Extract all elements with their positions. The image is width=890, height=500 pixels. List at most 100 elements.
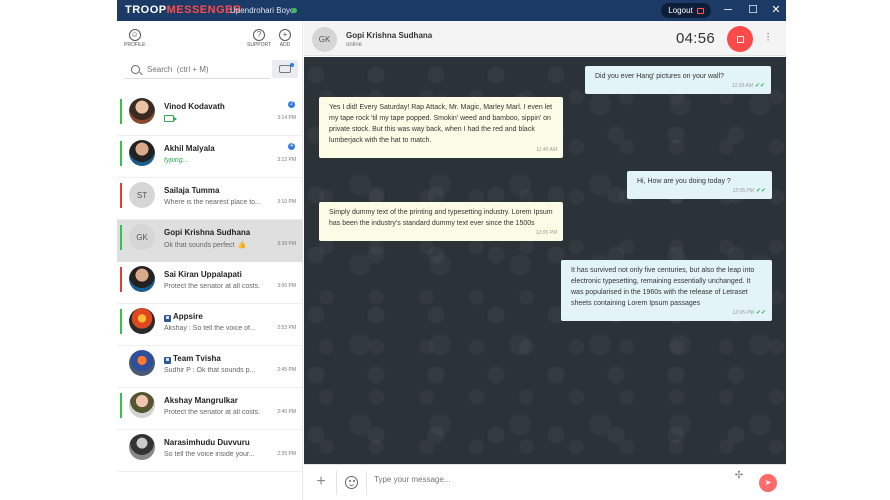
message-time: 11:40 AM: [536, 145, 557, 156]
sliders-icon: ⫶: [766, 32, 770, 44]
contact-time: 2:45 PM: [277, 367, 296, 373]
contacts-panel: ☺ PROFILE ? SUPPORT + ADD Vinod Kodavath…: [117, 21, 303, 500]
contact-item[interactable]: Akhil Malyala typing... 3:12 PM 4: [117, 136, 303, 178]
contact-name: ◙ Team Tvisha: [164, 354, 221, 364]
incoming-message[interactable]: Yes I did! Every Saturday! Rap Attack, M…: [319, 97, 563, 158]
chat-contact-name[interactable]: Gopi Krishna Sudhana: [346, 31, 432, 40]
avatar: [129, 350, 155, 376]
message-time-text: 12:05 PM: [732, 188, 754, 194]
message-time: 12:05 PM ✔✔: [733, 308, 766, 319]
support-button[interactable]: ? SUPPORT: [247, 29, 271, 48]
read-check-icon: ✔✔: [755, 188, 766, 194]
status-bar: [120, 183, 122, 208]
avatar: [129, 392, 155, 418]
message-area[interactable]: Did you ever Hang' pictures on your wall…: [304, 57, 786, 464]
avatar: [129, 98, 155, 124]
avatar: [129, 266, 155, 292]
contact-name: Akshay Mangrulkar: [164, 396, 238, 405]
filter-icon: [279, 65, 291, 73]
avatar: ST: [129, 182, 155, 208]
thumbs-up-icon: 👍: [237, 242, 247, 249]
message-time-text: 11:39 AM: [732, 83, 753, 89]
contact-item[interactable]: Narasimhudu Duvvuru So tell the voice ins…: [117, 430, 303, 472]
contact-time: 2:35 PM: [277, 451, 296, 457]
contact-item[interactable]: Akshay Mangrulkar Protect the senator at …: [117, 388, 303, 430]
add-label: ADD: [279, 42, 291, 48]
contact-item[interactable]: GK Gopi Krishna Sudhana Ok that sounds per…: [117, 220, 303, 262]
contact-name: Sai Kiran Uppalapati: [164, 270, 242, 279]
add-button[interactable]: + ADD: [279, 29, 291, 48]
contact-name-text: Team Tvisha: [173, 354, 221, 363]
message-text: Did you ever Hang' pictures on your wall…: [595, 73, 724, 80]
status-bar: [120, 141, 122, 166]
chat-avatar[interactable]: GK: [312, 27, 337, 52]
filter-indicator-dot: [290, 63, 294, 67]
contact-time: 3:00 PM: [277, 283, 296, 289]
chat-panel: GK Gopi Krishna Sudhana online 04:56 ⫶ D…: [304, 21, 786, 500]
contact-last-message: Protect the senator at all costs.: [164, 283, 261, 290]
stop-icon: [736, 35, 744, 43]
contact-item[interactable]: ◙ Team Tvisha Sudhir P : Ok that sounds p.…: [117, 346, 303, 388]
message-input[interactable]: [374, 475, 724, 484]
contact-item[interactable]: Vinod Kodavath 3:14 PM 2: [117, 94, 303, 136]
contact-last-message: typing...: [164, 157, 189, 164]
outgoing-message[interactable]: Hi, How are you doing today ? 12:05 PM ✔✔: [627, 171, 772, 199]
read-check-icon: ✔✔: [755, 310, 766, 316]
send-button[interactable]: ➤: [759, 474, 777, 492]
online-status-dot: [292, 8, 297, 13]
settings-sliders-button[interactable]: ⫶: [761, 31, 775, 45]
contact-item[interactable]: Sai Kiran Uppalapati Protect the senator …: [117, 262, 303, 304]
close-button[interactable]: ✕: [768, 2, 784, 18]
group-icon: ◙: [164, 315, 171, 322]
support-label: SUPPORT: [247, 42, 272, 48]
contact-item[interactable]: ST Sailaja Tumma Where is the nearest plac…: [117, 178, 303, 220]
plus-icon[interactable]: +: [313, 474, 329, 490]
contact-name-text: Akshay Mangrulkar: [164, 396, 238, 405]
chat-contact-status: online: [346, 42, 363, 48]
avatar: [129, 434, 155, 460]
title-bar: TROOPMESSENGER Upendrohari Boyo Logout ─…: [117, 0, 786, 21]
contact-time: 3:39 PM: [277, 241, 296, 247]
profile-button[interactable]: ☺ PROFILE: [124, 29, 145, 48]
contact-last-message: Where is the nearest place to...: [164, 199, 261, 206]
contact-item[interactable]: ◙ Appsire Akshay : So tell the voice of...…: [117, 304, 303, 346]
message-text: Hi, How are you doing today ?: [637, 178, 731, 185]
call-timer: 04:56: [676, 30, 716, 47]
logout-icon: [696, 7, 704, 14]
contact-last-message: Ok that sounds perfect 👍: [164, 241, 264, 249]
message-text: Yes I did! Every Saturday! Rap Attack, M…: [329, 104, 553, 144]
message-time-text: 12:06 PM: [535, 230, 557, 236]
brand-part-1: TROOP: [125, 4, 167, 16]
contact-last-message: Akshay : So tell the voice of...: [164, 325, 256, 332]
logout-button[interactable]: Logout: [661, 3, 711, 18]
stop-recording-button[interactable]: [727, 26, 753, 52]
incoming-message[interactable]: Simply dummy text of the printing and ty…: [319, 202, 563, 241]
outgoing-message[interactable]: It has survived not only five centuries,…: [561, 260, 772, 321]
avatar-initials: ST: [136, 190, 148, 200]
attachment-icon[interactable]: ✣: [733, 470, 745, 482]
message-time: 12:06 PM: [536, 228, 557, 239]
contact-name: Narasimhudu Duvvuru: [164, 438, 250, 447]
read-check-icon: ✔✔: [754, 83, 765, 89]
contact-last-message-text: Ok that sounds perfect: [164, 242, 235, 249]
contact-name: Akhil Malyala: [164, 144, 215, 153]
contact-name: Vinod Kodavath: [164, 102, 225, 111]
status-bar: [120, 225, 122, 250]
message-text: It has survived not only five centuries,…: [571, 267, 755, 307]
app-window: TROOPMESSENGER Upendrohari Boyo Logout ─…: [117, 0, 786, 500]
maximize-button[interactable]: ☐: [745, 2, 761, 18]
contact-name: Sailaja Tumma: [164, 186, 219, 195]
support-icon: ?: [253, 29, 266, 41]
left-toolbar: ☺ PROFILE ? SUPPORT + ADD: [117, 21, 303, 57]
emoji-icon[interactable]: [345, 476, 358, 489]
minimize-button[interactable]: ─: [720, 2, 736, 18]
contact-time: 3:12 PM: [277, 157, 296, 163]
search-input[interactable]: [147, 64, 267, 74]
add-icon: +: [279, 29, 291, 41]
unread-badge: 4: [288, 143, 295, 150]
avatar: GK: [129, 224, 155, 250]
outgoing-message[interactable]: Did you ever Hang' pictures on your wall…: [585, 66, 771, 94]
profile-label: PROFILE: [124, 42, 146, 48]
contact-time: 2:40 PM: [277, 409, 296, 415]
filter-button[interactable]: [272, 60, 298, 78]
